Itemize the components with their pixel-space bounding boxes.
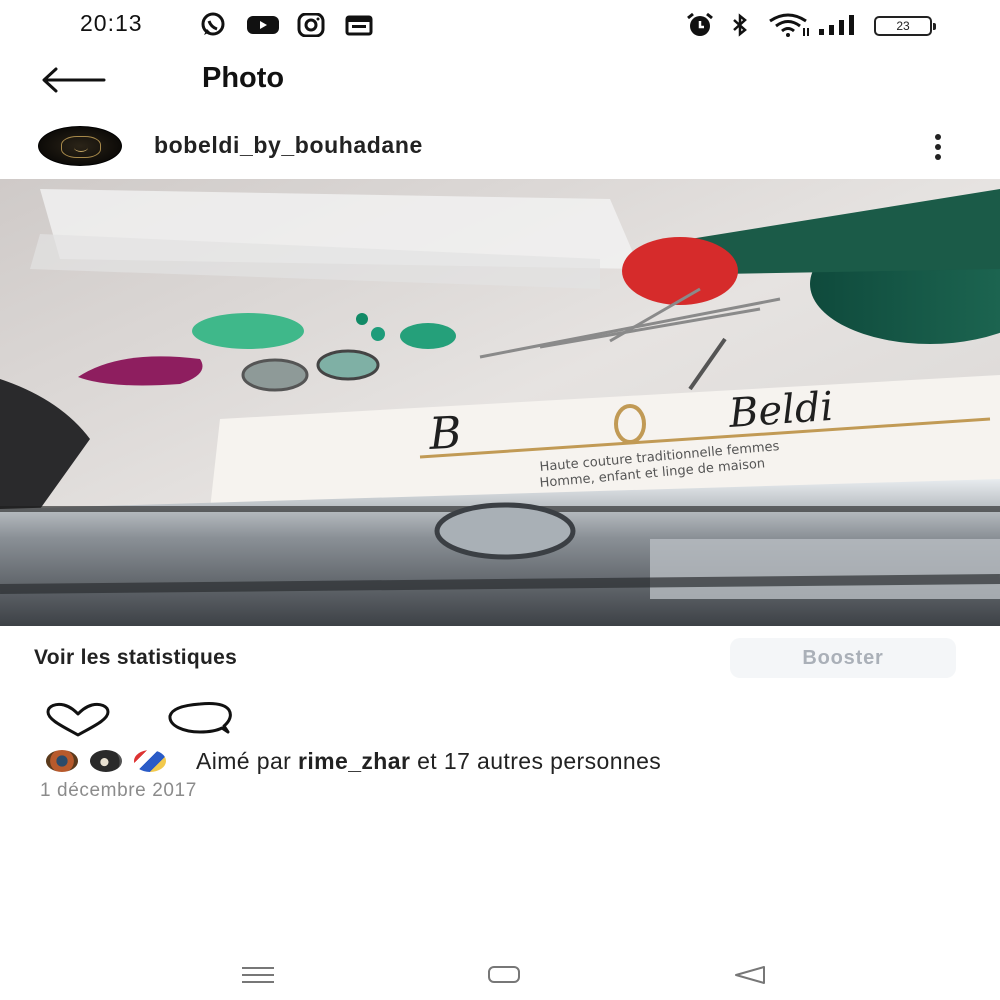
alarm-icon [684,12,716,38]
photo-brand-text: Beldi [726,384,834,437]
more-dot [935,144,941,150]
back-button[interactable] [40,58,112,102]
liker-avatars[interactable] [44,748,174,774]
status-time: 20:13 [80,10,143,36]
instagram-icon [296,12,326,38]
wifi-icon [768,12,812,38]
more-vertical-icon [935,134,941,140]
post-header: bobeldi_by_bouhadane [0,118,1000,176]
app-header: Photo [0,52,1000,108]
system-back-button[interactable] [722,960,778,990]
view-statistics-link[interactable]: Voir les statistiques [34,646,237,670]
avatar[interactable] [38,126,122,166]
liker-avatar [44,748,80,774]
status-bar: 20:13 23 [0,0,1000,52]
liker-avatar [88,748,124,774]
arrow-left-icon [42,67,106,93]
likes-summary[interactable]: Aimé par rime_zhar et 17 autres personne… [196,748,661,775]
back-triangle-icon [735,966,765,984]
home-icon [488,966,520,983]
liker-avatar [132,748,168,774]
likes-user[interactable]: rime_zhar [298,748,410,774]
battery-icon: 23 [874,16,936,36]
comment-icon [168,702,232,734]
like-button[interactable] [44,702,112,738]
post-actions [0,700,1000,740]
system-nav-bar [0,950,1000,1000]
youtube-icon [246,12,280,38]
bluetooth-icon [728,12,752,38]
home-button[interactable] [476,960,532,990]
signal-icon [818,12,860,38]
likes-prefix: Aimé par [196,748,299,774]
more-dot [935,154,941,160]
stats-row: Voir les statistiques Booster [0,636,1000,680]
likes-row: Aimé par rime_zhar et 17 autres personne… [0,744,1000,778]
likes-suffix[interactable]: et 17 autres personnes [410,748,661,774]
boost-button[interactable]: Booster [730,638,956,678]
avatar-logo [61,136,101,158]
page-title: Photo [202,62,285,94]
svg-text:B: B [427,407,463,460]
post-date: 1 décembre 2017 [40,780,197,801]
comment-button[interactable] [166,702,234,738]
calendar-icon [344,12,374,38]
more-options-button[interactable] [926,130,950,164]
recent-apps-icon [242,967,274,983]
whatsapp-icon [198,12,228,38]
username[interactable]: bobeldi_by_bouhadane [154,132,423,159]
post-photo[interactable]: B Beldi Haute couture traditionnelle fem… [0,179,1000,626]
heart-icon [46,702,110,737]
recent-apps-button[interactable] [230,960,286,990]
